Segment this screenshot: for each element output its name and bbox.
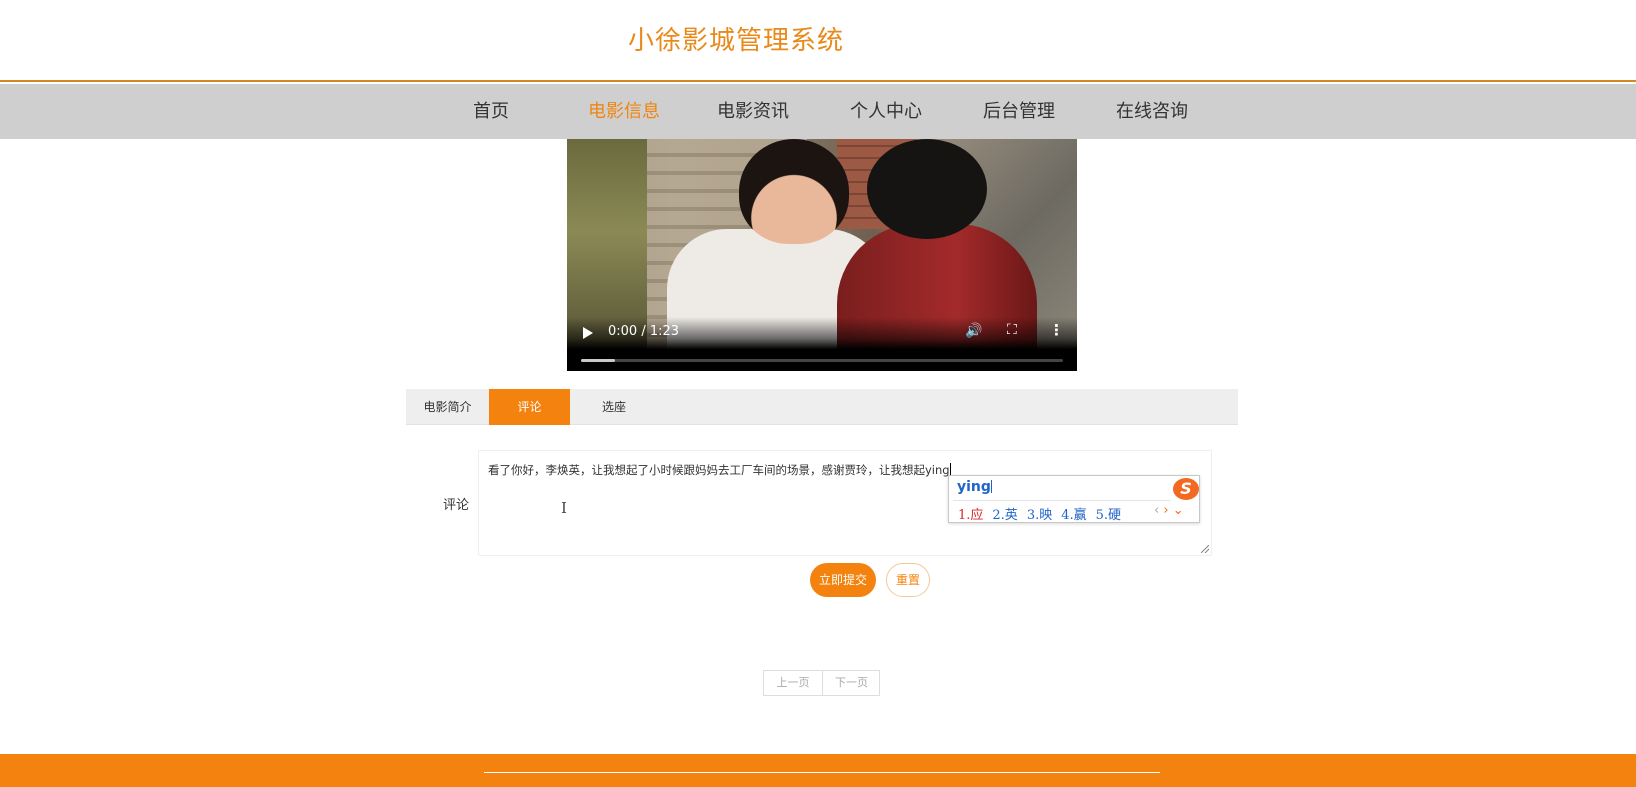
nav-item-online-consult[interactable]: 在线咨询 xyxy=(1097,84,1207,139)
play-icon[interactable] xyxy=(583,327,593,339)
pagination: 上一页 下一页 xyxy=(763,670,880,696)
footer-divider xyxy=(484,772,1160,773)
ime-next-page-icon[interactable]: › xyxy=(1163,503,1168,518)
prev-page-button[interactable]: 上一页 xyxy=(764,671,822,695)
detail-tabs: 电影简介 评论 选座 xyxy=(406,389,1238,425)
ime-candidate-window: ying S 1.应 2.英 3.映 4.赢 5.硬 ‹ › ⌄ xyxy=(948,475,1200,523)
footer xyxy=(0,754,1636,787)
tab-seat-selection[interactable]: 选座 xyxy=(570,389,658,425)
site-title: 小徐影城管理系统 xyxy=(628,26,845,56)
comment-text: 看了你好，李焕英，让我想起了小时候跟妈妈去工厂车间的场景，感谢贾玲，让我想起yi… xyxy=(488,463,950,477)
tab-movie-intro[interactable]: 电影简介 xyxy=(406,389,489,425)
ime-candidates: 1.应 2.英 3.映 4.赢 5.硬 xyxy=(958,504,1130,523)
comment-label: 评论 xyxy=(443,498,470,513)
video-progress-bar[interactable] xyxy=(581,359,1063,362)
resize-handle[interactable] xyxy=(1201,545,1209,553)
video-player[interactable]: 0:00 / 1:23 🔊 ⛶ ⋮ xyxy=(567,139,1077,371)
nav-item-movie-info[interactable]: 电影信息 xyxy=(569,84,679,139)
fullscreen-icon[interactable]: ⛶ xyxy=(1007,322,1017,338)
more-vertical-icon[interactable]: ⋮ xyxy=(1049,321,1064,339)
ime-prev-page-icon[interactable]: ‹ xyxy=(1154,503,1159,518)
ime-candidate[interactable]: 3.映 xyxy=(1027,508,1052,523)
main-nav: 首页 电影信息 电影资讯 个人中心 后台管理 在线咨询 xyxy=(0,84,1636,139)
ime-candidate[interactable]: 1.应 xyxy=(958,508,983,523)
video-progress-fill xyxy=(581,359,615,362)
header: 小徐影城管理系统 xyxy=(0,0,1636,82)
ime-candidate[interactable]: 2.英 xyxy=(992,508,1017,523)
video-time: 0:00 / 1:23 xyxy=(608,324,680,339)
ime-candidate[interactable]: 4.赢 xyxy=(1061,508,1086,523)
ime-composition: ying xyxy=(957,479,991,495)
nav-item-admin[interactable]: 后台管理 xyxy=(964,84,1074,139)
text-cursor-icon: I xyxy=(561,499,567,517)
ime-candidate[interactable]: 5.硬 xyxy=(1096,508,1121,523)
sogou-logo-icon: S xyxy=(1173,478,1199,500)
tab-comments[interactable]: 评论 xyxy=(489,389,570,425)
nav-item-movie-news[interactable]: 电影资讯 xyxy=(698,84,808,139)
reset-button[interactable]: 重置 xyxy=(886,563,930,597)
nav-item-home[interactable]: 首页 xyxy=(436,84,546,139)
video-controls: 0:00 / 1:23 🔊 ⛶ ⋮ xyxy=(567,317,1077,371)
ime-expand-icon[interactable]: ⌄ xyxy=(1173,503,1184,518)
submit-button[interactable]: 立即提交 xyxy=(810,563,876,597)
nav-item-personal-center[interactable]: 个人中心 xyxy=(831,84,941,139)
next-page-button[interactable]: 下一页 xyxy=(822,671,880,695)
volume-icon[interactable]: 🔊 xyxy=(965,323,982,339)
